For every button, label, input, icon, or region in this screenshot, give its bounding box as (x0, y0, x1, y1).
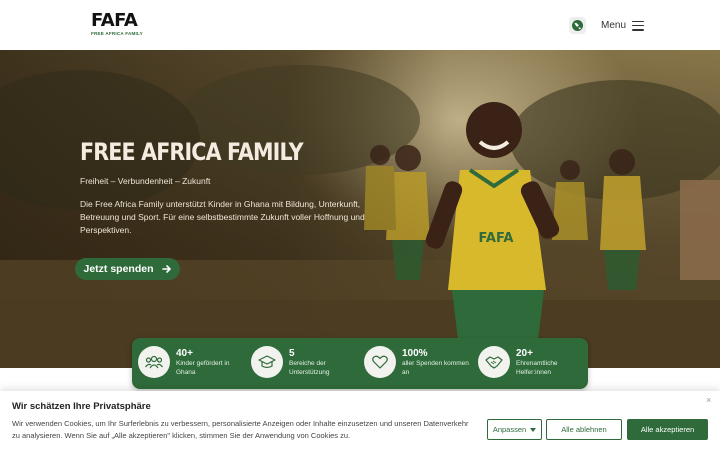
close-icon[interactable]: × (706, 395, 711, 405)
customize-button-label: Anpassen (492, 425, 527, 434)
donate-button[interactable]: Jetzt spenden (75, 258, 180, 280)
stat-label: aller Spenden kommen an (402, 360, 469, 376)
handshake-icon (478, 346, 510, 378)
donate-button-label: Jetzt spenden (83, 263, 154, 275)
cookie-text: Wir verwenden Cookies, um Ihr Surferlebn… (12, 419, 469, 440)
heart-icon (364, 346, 396, 378)
menu-label: Menu (601, 20, 627, 31)
stat-areas: 5 Bereiche der Unterstützung (251, 346, 357, 382)
logo-wordmark: FAFA (91, 10, 138, 31)
stat-children: 40+ Kinder gefördert in Ghana (138, 346, 244, 382)
menu-button[interactable]: Menu (601, 17, 645, 34)
customize-button[interactable]: Anpassen (487, 419, 542, 440)
stat-label: Kinder gefördert in Ghana (176, 360, 230, 376)
stat-volunteers: 20+ Ehrenamtliche Helfer:innen (478, 346, 584, 382)
logo-subtitle: FREE AFRICA FAMILY (91, 31, 143, 36)
hero-title: FREE AFRICA FAMILY (80, 138, 304, 166)
logo[interactable]: FAFA FREE AFRICA FAMILY (91, 10, 143, 40)
stat-number: 5 (289, 348, 295, 359)
cookie-title: Wir schätzen Ihre Privatsphäre (12, 401, 151, 412)
page: FAFA FREE AFRICA FAMILY Menu FAFA FREE A… (0, 0, 720, 450)
arrow-right-icon (161, 265, 171, 273)
hero-description: Die Free Africa Family unterstützt Kinde… (80, 199, 365, 235)
site-header: FAFA FREE AFRICA FAMILY Menu (0, 0, 720, 50)
accept-all-button[interactable]: Alle akzeptieren (627, 419, 708, 440)
hero-section: FAFA FREE AFRICA FAMILY Freiheit – Verbu… (0, 50, 720, 368)
stat-label: Ehrenamtliche Helfer:innen (516, 360, 558, 376)
stats-bar: 40+ Kinder gefördert in Ghana 5 Bereiche… (132, 338, 588, 389)
globe-icon[interactable] (569, 17, 586, 34)
reject-all-button[interactable]: Alle ablehnen (546, 419, 622, 440)
graduation-cap-icon (251, 346, 283, 378)
stat-label: Bereiche der Unterstützung (289, 360, 330, 376)
jersey-label: FAFA (479, 231, 514, 246)
accept-all-button-label: Alle akzeptieren (640, 425, 695, 434)
hamburger-icon (632, 20, 645, 31)
people-icon (138, 346, 170, 378)
reject-all-button-label: Alle ablehnen (561, 425, 607, 434)
stat-number: 100% (402, 348, 428, 359)
stat-number: 40+ (176, 348, 193, 359)
stat-number: 20+ (516, 348, 533, 359)
chevron-down-icon (530, 427, 537, 432)
stat-donations: 100% aller Spenden kommen an (364, 346, 470, 382)
hero-tagline: Freiheit – Verbundenheit – Zukunft (80, 176, 211, 186)
cookie-banner: Wir schätzen Ihre Privatsphäre Wir verwe… (0, 391, 720, 450)
